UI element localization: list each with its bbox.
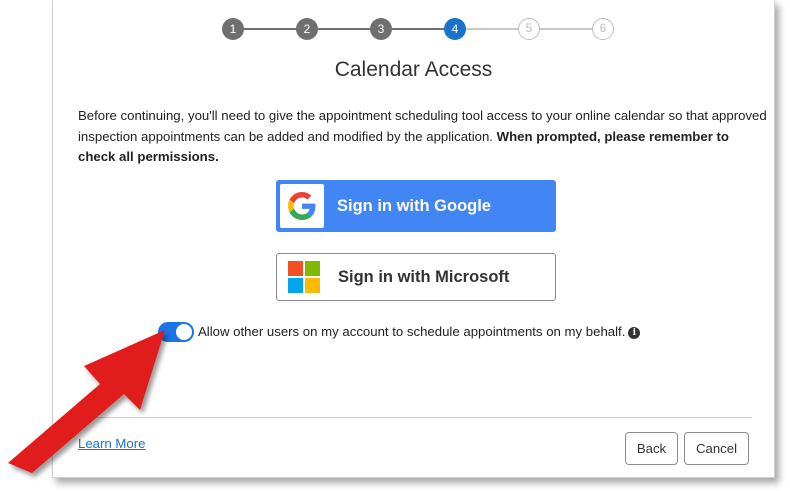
stepper-connector: [244, 28, 297, 30]
cancel-button[interactable]: Cancel: [684, 432, 749, 465]
delegation-toggle-row: Allow other users on my account to sched…: [198, 324, 641, 339]
info-icon[interactable]: i: [628, 327, 641, 339]
step-3: 3: [370, 18, 392, 40]
step-5: 5: [518, 18, 540, 40]
sign-in-google-button[interactable]: Sign in with Google: [276, 180, 556, 232]
google-logo-icon: [280, 184, 324, 228]
stepper-connector: [392, 28, 445, 30]
step-1: 1: [222, 18, 244, 40]
stepper-connector: [540, 28, 593, 30]
microsoft-logo-icon: [288, 261, 320, 293]
google-button-label: Sign in with Google: [337, 197, 491, 215]
step-2: 2: [296, 18, 318, 40]
microsoft-button-label: Sign in with Microsoft: [338, 268, 510, 286]
stepper-connector: [318, 28, 371, 30]
progress-stepper: 1 2 3 4 5 6: [53, 0, 774, 60]
annotation-arrow-icon: [8, 330, 165, 473]
page-title: Calendar Access: [334, 58, 493, 81]
sign-in-microsoft-button[interactable]: Sign in with Microsoft: [276, 253, 556, 301]
instructions-text: Before continuing, you'll need to give t…: [78, 106, 768, 168]
step-4-current: 4: [444, 18, 466, 40]
stepper-connector: [466, 28, 519, 30]
step-6: 6: [592, 18, 614, 40]
delegation-toggle-label: Allow other users on my account to sched…: [198, 324, 626, 339]
back-button[interactable]: Back: [625, 432, 678, 465]
